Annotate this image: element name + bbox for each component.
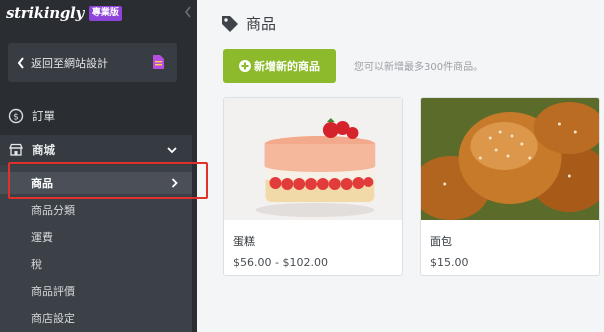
product-price: $15.00 bbox=[430, 256, 469, 269]
cake-image bbox=[224, 98, 402, 220]
sidebar-item-store-settings[interactable]: 商店設定 bbox=[0, 307, 192, 329]
sidebar-item-orders[interactable]: $ 訂單 bbox=[0, 105, 197, 127]
add-product-label: 新增新的商品 bbox=[254, 60, 320, 73]
brand-logo[interactable]: strikingly bbox=[6, 4, 84, 22]
highlight-annotation bbox=[8, 162, 208, 199]
tag-icon bbox=[222, 15, 238, 32]
main-content: 商品 新增新的商品 您可以新增最多300件商品。 蛋糕 $56.00 - $10… bbox=[197, 0, 604, 332]
product-name: 面包 bbox=[430, 235, 452, 248]
sidebar-item-label: 商品評價 bbox=[31, 285, 75, 298]
sidebar-item-label: 稅 bbox=[31, 258, 42, 271]
document-icon bbox=[153, 55, 164, 69]
sidebar-item-shipping[interactable]: 運費 bbox=[0, 226, 192, 248]
brand: strikingly 專業版 bbox=[6, 2, 122, 24]
collapse-sidebar-icon[interactable] bbox=[184, 6, 192, 18]
add-product-button[interactable]: 新增新的商品 bbox=[223, 49, 336, 83]
page-title: 商品 bbox=[246, 15, 277, 33]
chevron-left-icon bbox=[17, 56, 24, 69]
sidebar-item-product-categories[interactable]: 商品分類 bbox=[0, 199, 192, 221]
sidebar-item-label: 商店設定 bbox=[31, 312, 75, 325]
dollar-circle-icon: $ bbox=[8, 108, 24, 124]
svg-text:$: $ bbox=[13, 113, 19, 123]
plan-badge: 專業版 bbox=[88, 5, 122, 21]
store-icon bbox=[9, 143, 23, 156]
sidebar-item-tax[interactable]: 稅 bbox=[0, 253, 192, 275]
product-card[interactable]: 面包 $15.00 bbox=[420, 97, 600, 276]
page-header: 商品 bbox=[221, 13, 276, 34]
product-limit-hint: 您可以新增最多300件商品。 bbox=[354, 62, 484, 73]
sidebar-item-store[interactable]: 商城 bbox=[0, 135, 192, 165]
sidebar-item-label: 商城 bbox=[32, 143, 55, 157]
chevron-down-icon bbox=[167, 147, 177, 154]
back-to-site-editor-button[interactable]: 返回至網站設計 bbox=[8, 43, 177, 82]
sidebar-item-product-reviews[interactable]: 商品評價 bbox=[0, 280, 192, 302]
sidebar-item-label: 運費 bbox=[31, 231, 53, 244]
product-name: 蛋糕 bbox=[233, 235, 255, 248]
sidebar-item-label: 訂單 bbox=[32, 109, 55, 123]
plus-circle-icon bbox=[239, 60, 251, 72]
product-card[interactable]: 蛋糕 $56.00 - $102.00 bbox=[223, 97, 403, 276]
product-price: $56.00 - $102.00 bbox=[233, 256, 328, 269]
sidebar-item-label: 商品分類 bbox=[31, 204, 75, 217]
bread-image bbox=[421, 98, 599, 220]
back-button-label: 返回至網站設計 bbox=[31, 56, 108, 70]
